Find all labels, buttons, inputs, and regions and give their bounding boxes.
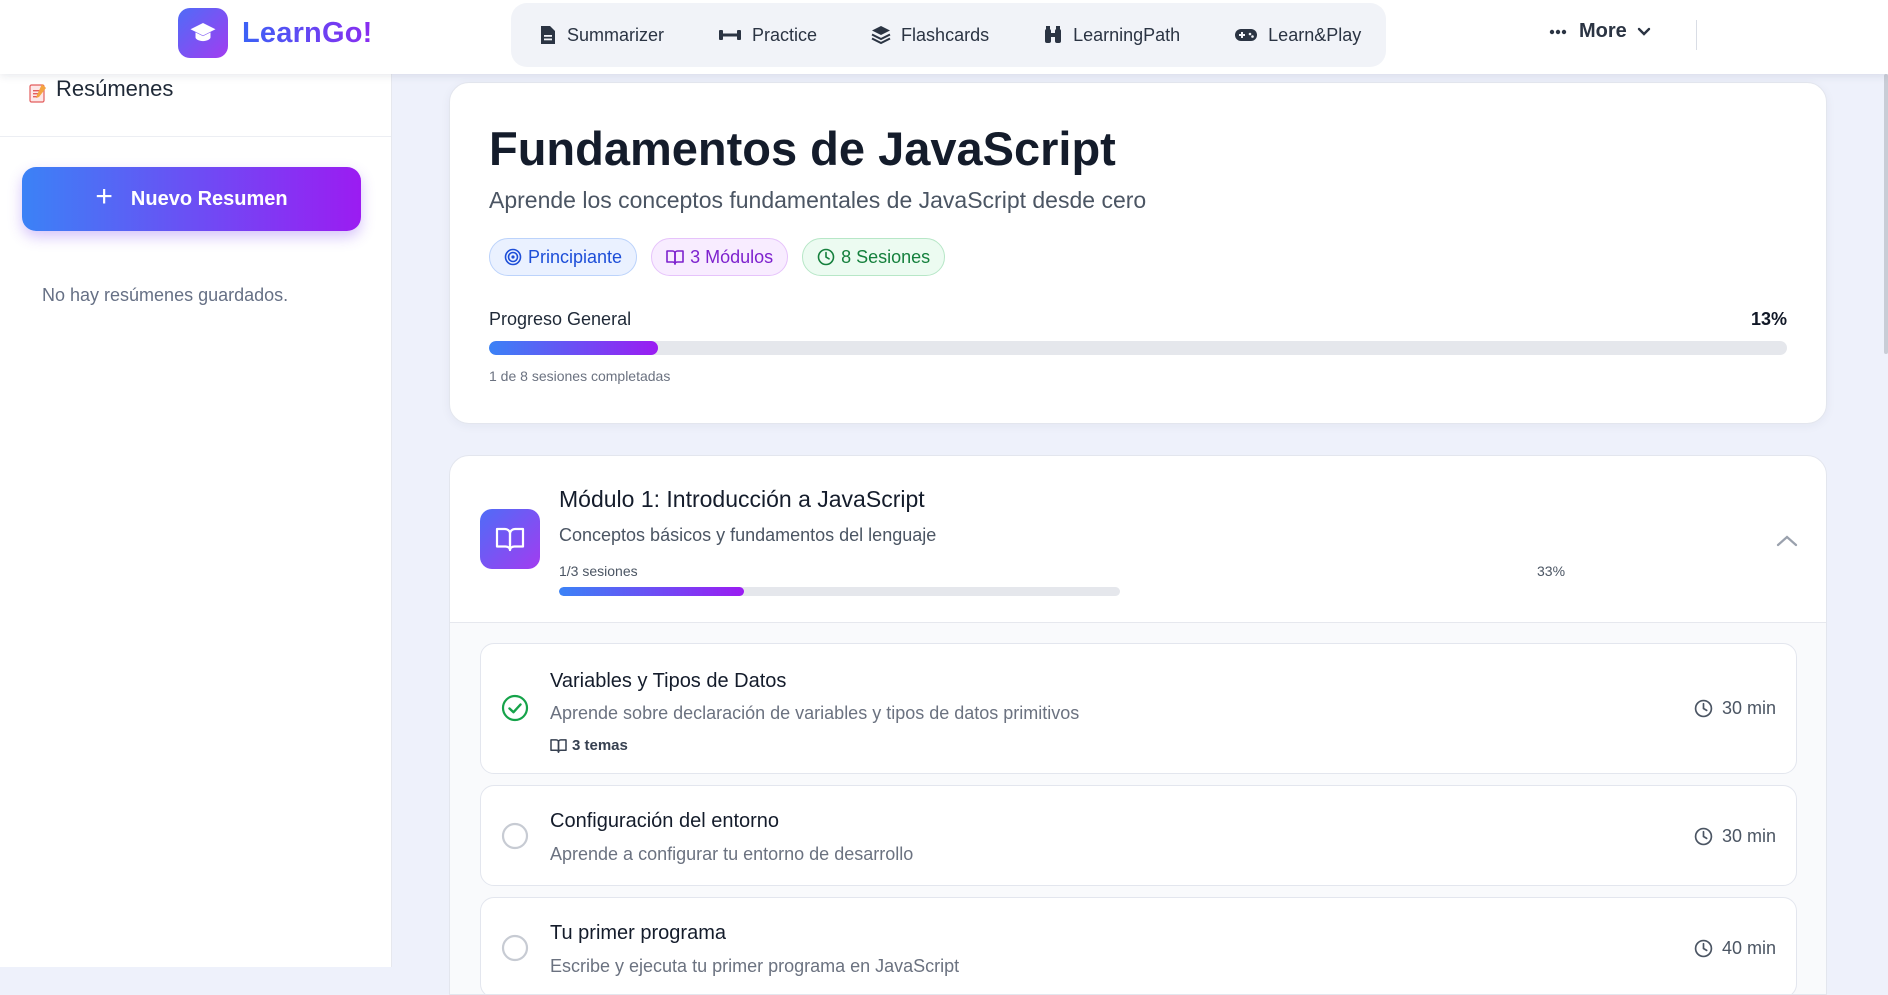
session-duration-label: 30 min bbox=[1721, 698, 1776, 718]
graduation-cap-icon bbox=[178, 8, 228, 58]
more-dots-icon bbox=[1549, 29, 1567, 34]
nav-item-label: LearningPath bbox=[1073, 24, 1181, 45]
module-sessions-count: 1/3 sesiones bbox=[559, 563, 638, 579]
nav-item-learnplay[interactable]: Learn&Play bbox=[1234, 15, 1361, 55]
session-title: Tu primer programa bbox=[550, 922, 726, 944]
more-label: More bbox=[1579, 20, 1627, 42]
book-icon bbox=[480, 509, 540, 569]
course-subtitle: Aprende los conceptos fundamentales de J… bbox=[489, 187, 1147, 213]
level-badge: Principiante bbox=[489, 238, 638, 276]
nav-item-label: Flashcards bbox=[901, 24, 990, 45]
sessions-badge: 8 Sesiones bbox=[802, 238, 946, 276]
session-description: Aprende sobre declaración de variables y… bbox=[550, 703, 1080, 723]
session-duration-label: 30 min bbox=[1721, 826, 1776, 846]
module-header[interactable]: Módulo 1: Introducción a JavaScript Conc… bbox=[450, 456, 1826, 623]
session-title: Configuración del entorno bbox=[550, 810, 780, 832]
open-book-icon bbox=[666, 250, 684, 265]
course-tags: Principiante 3 Módulos 8 Sesiones bbox=[489, 238, 959, 276]
sidebar-header: Resúmenes bbox=[0, 74, 391, 137]
session-description: Aprende a configurar tu entorno de desar… bbox=[550, 844, 914, 864]
modules-badge: 3 Módulos bbox=[651, 238, 789, 276]
module-progress-percent: 33% bbox=[1537, 563, 1566, 579]
target-icon bbox=[504, 248, 522, 266]
overall-progress-bar bbox=[489, 341, 1787, 355]
session-item[interactable]: Tu primer programa Escribe y ejecuta tu … bbox=[480, 897, 1797, 994]
nav-item-label: Practice bbox=[752, 24, 818, 45]
modules-label: 3 Módulos bbox=[690, 246, 774, 267]
session-topics: 3 temas bbox=[550, 737, 628, 754]
nav-item-label: Summarizer bbox=[567, 24, 665, 45]
top-navigation-bar: LearnGo! Summarizer Practice Flashcards … bbox=[0, 0, 1888, 74]
session-duration: 30 min bbox=[1694, 698, 1776, 719]
main-nav: Summarizer Practice Flashcards LearningP… bbox=[511, 3, 1386, 67]
memo-icon bbox=[29, 84, 46, 103]
page-scrollbar[interactable] bbox=[1884, 74, 1888, 354]
nav-item-flashcards[interactable]: Flashcards bbox=[871, 15, 989, 55]
sessions-label: 8 Sesiones bbox=[841, 246, 931, 267]
brand-logo[interactable]: LearnGo! bbox=[178, 8, 373, 58]
clock-icon bbox=[1694, 699, 1713, 718]
nav-item-summarizer[interactable]: Summarizer bbox=[539, 15, 664, 55]
chevron-up-icon bbox=[1776, 535, 1798, 547]
course-title: Fundamentos de JavaScript bbox=[489, 122, 1116, 175]
plus-icon: + bbox=[95, 180, 113, 213]
session-item[interactable]: Variables y Tipos de Datos Aprende sobre… bbox=[480, 643, 1797, 774]
module-card: Módulo 1: Introducción a JavaScript Conc… bbox=[449, 455, 1827, 995]
new-summary-label: Nuevo Resumen bbox=[130, 187, 288, 210]
level-label: Principiante bbox=[528, 246, 623, 267]
empty-circle-icon[interactable] bbox=[501, 822, 529, 850]
empty-summaries-message: No hay resúmenes guardados. bbox=[42, 285, 289, 305]
nav-item-learningpath[interactable]: LearningPath bbox=[1043, 15, 1180, 55]
clock-icon bbox=[1694, 939, 1713, 958]
module-progress-fill bbox=[559, 587, 745, 596]
check-circle-icon[interactable] bbox=[501, 694, 529, 722]
session-duration-label: 40 min bbox=[1721, 938, 1776, 958]
open-book-icon bbox=[550, 739, 567, 753]
document-icon bbox=[541, 26, 555, 44]
module-progress-bar bbox=[559, 587, 1120, 596]
session-title: Variables y Tipos de Datos bbox=[550, 670, 787, 692]
summaries-sidebar: Resúmenes + Nuevo Resumen No hay resúmen… bbox=[0, 74, 392, 967]
course-overview-card: Fundamentos de JavaScript Aprende los co… bbox=[449, 82, 1827, 424]
nav-item-practice[interactable]: Practice bbox=[718, 15, 817, 55]
overall-progress-percent: 13% bbox=[1750, 309, 1787, 329]
nav-divider bbox=[1696, 20, 1697, 50]
empty-circle-icon[interactable] bbox=[501, 934, 529, 962]
gamepad-icon bbox=[1235, 29, 1258, 41]
new-summary-button[interactable]: + Nuevo Resumen bbox=[22, 167, 361, 231]
nav-item-label: Learn&Play bbox=[1268, 24, 1362, 45]
module-title: Módulo 1: Introducción a JavaScript bbox=[559, 486, 925, 512]
chevron-down-icon bbox=[1637, 27, 1650, 36]
more-menu-button[interactable]: More bbox=[1549, 20, 1651, 43]
collapse-module-button[interactable] bbox=[1772, 526, 1802, 556]
session-list: Variables y Tipos de Datos Aprende sobre… bbox=[450, 623, 1826, 994]
dumbbell-icon bbox=[719, 30, 742, 40]
layers-icon bbox=[871, 26, 891, 45]
clock-icon bbox=[817, 248, 835, 266]
overall-progress-fill bbox=[489, 341, 658, 355]
overall-progress-label: Progreso General bbox=[489, 309, 632, 329]
sidebar-title: Resúmenes bbox=[56, 76, 174, 101]
binoculars-icon bbox=[1045, 26, 1062, 43]
session-duration: 40 min bbox=[1694, 938, 1776, 959]
brand-name: LearnGo! bbox=[242, 16, 373, 49]
session-topics-label: 3 temas bbox=[572, 737, 628, 754]
overall-progress-note: 1 de 8 sesiones completadas bbox=[489, 368, 671, 384]
session-duration: 30 min bbox=[1694, 826, 1776, 847]
session-item[interactable]: Configuración del entorno Aprende a conf… bbox=[480, 785, 1797, 886]
module-subtitle: Conceptos básicos y fundamentos del leng… bbox=[559, 525, 937, 545]
clock-icon bbox=[1694, 827, 1713, 846]
